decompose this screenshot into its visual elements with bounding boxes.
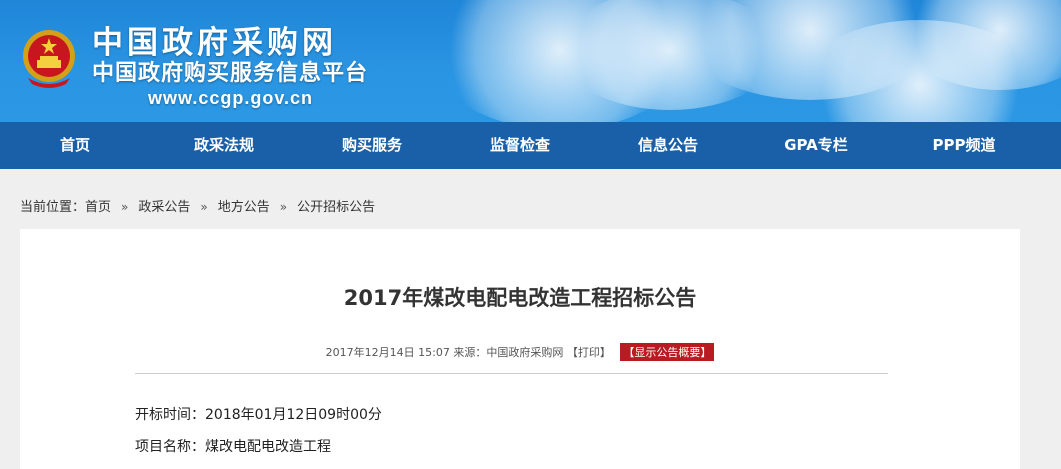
show-summary-button[interactable]: 【显示公告概要】 [620, 343, 715, 361]
nav-item-announcements[interactable]: 信息公告 [594, 122, 742, 169]
nav-item-regulations[interactable]: 政采法规 [150, 122, 298, 169]
breadcrumb: 当前位置：首页 » 政采公告 » 地方公告 » 公开招标公告 [20, 196, 375, 216]
site-subtitle: 中国政府购买服务信息平台 [92, 61, 369, 86]
nav-item-purchase-services[interactable]: 购买服务 [298, 122, 446, 169]
divider [135, 373, 888, 374]
main-nav: 首页 政采法规 购买服务 监督检查 信息公告 GPA专栏 PPP频道 [0, 122, 1061, 169]
breadcrumb-public-tender[interactable]: 公开招标公告 [297, 200, 375, 215]
article-panel: 2017年煤改电配电改造工程招标公告 2017年12月14日 15:07 来源：… [20, 229, 1020, 469]
article-meta: 2017年12月14日 15:07 来源：中国政府采购网 【打印】 【显示公告概… [20, 343, 1020, 361]
site-url: www.ccgp.gov.cn [148, 88, 314, 108]
site-banner: 中国政府采购网 中国政府购买服务信息平台 www.ccgp.gov.cn [0, 0, 1061, 122]
article-source: 来源：中国政府采购网 [453, 346, 564, 359]
breadcrumb-label: 当前位置： [20, 200, 86, 215]
article-date: 2017年12月14日 15:07 [325, 346, 450, 359]
breadcrumb-gov-procurement[interactable]: 政采公告 [138, 200, 190, 215]
nav-item-gpa[interactable]: GPA专栏 [742, 122, 890, 169]
breadcrumb-separator: » [121, 200, 129, 214]
national-emblem-icon[interactable] [20, 26, 78, 90]
nav-item-ppp[interactable]: PPP频道 [890, 122, 1038, 169]
site-name: 中国政府采购网 [92, 25, 337, 61]
article-title: 2017年煤改电配电改造工程招标公告 [343, 286, 697, 310]
breadcrumb-separator: » [279, 200, 288, 214]
field-open-time: 开标时间：2018年01月12日09时00分 [135, 407, 382, 423]
breadcrumb-local-announcements[interactable]: 地方公告 [218, 200, 270, 215]
nav-item-home[interactable]: 首页 [0, 122, 150, 169]
print-link[interactable]: 【打印】 [567, 346, 611, 359]
breadcrumb-home[interactable]: 首页 [85, 200, 111, 215]
nav-item-supervision[interactable]: 监督检查 [446, 122, 594, 169]
field-project-name: 项目名称：煤改电配电改造工程 [135, 439, 331, 455]
breadcrumb-separator: » [200, 200, 208, 214]
